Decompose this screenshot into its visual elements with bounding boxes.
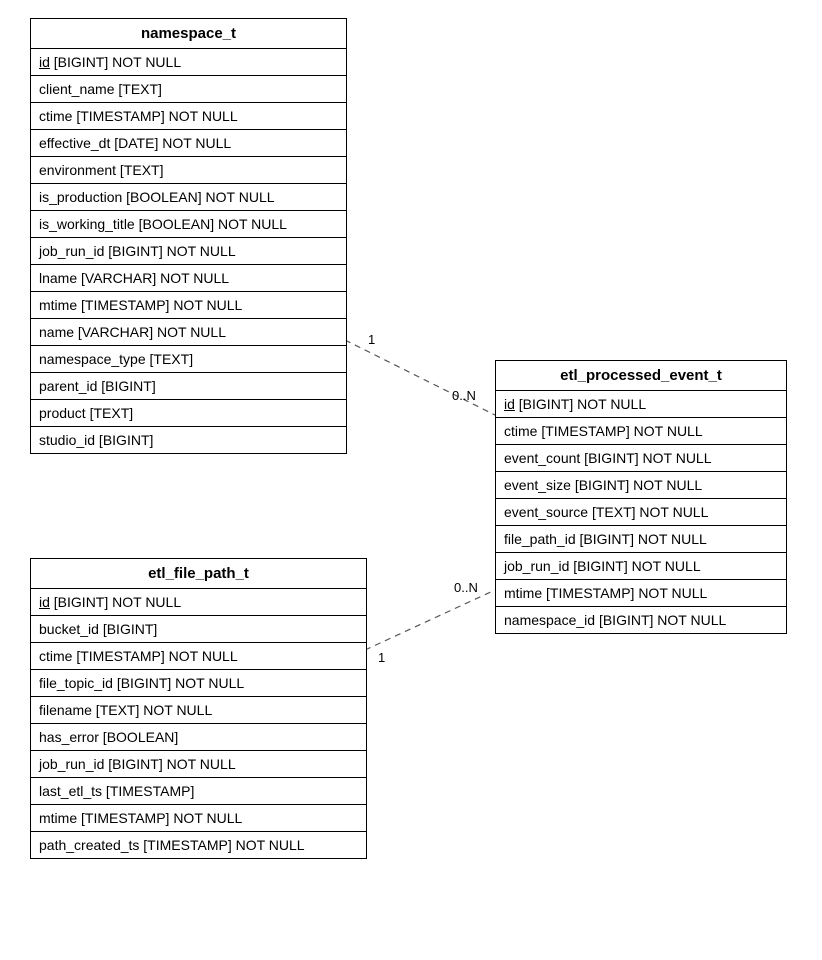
entity-body: id [BIGINT] NOT NULLclient_name [TEXT]ct… bbox=[31, 49, 346, 453]
entity-title: etl_file_path_t bbox=[31, 559, 366, 589]
column-row: bucket_id [BIGINT] bbox=[31, 616, 366, 643]
column-row: job_run_id [BIGINT] NOT NULL bbox=[496, 553, 786, 580]
column-row: ctime [TIMESTAMP] NOT NULL bbox=[31, 103, 346, 130]
column-row: is_production [BOOLEAN] NOT NULL bbox=[31, 184, 346, 211]
column-row: id [BIGINT] NOT NULL bbox=[31, 589, 366, 616]
column-row: namespace_type [TEXT] bbox=[31, 346, 346, 373]
column-row: client_name [TEXT] bbox=[31, 76, 346, 103]
entity-body: id [BIGINT] NOT NULLbucket_id [BIGINT]ct… bbox=[31, 589, 366, 858]
cardinality-label: 1 bbox=[368, 332, 375, 347]
column-row: file_topic_id [BIGINT] NOT NULL bbox=[31, 670, 366, 697]
column-row: event_size [BIGINT] NOT NULL bbox=[496, 472, 786, 499]
column-row: mtime [TIMESTAMP] NOT NULL bbox=[31, 292, 346, 319]
column-row: id [BIGINT] NOT NULL bbox=[496, 391, 786, 418]
column-row: name [VARCHAR] NOT NULL bbox=[31, 319, 346, 346]
column-row: studio_id [BIGINT] bbox=[31, 427, 346, 453]
column-row: event_source [TEXT] NOT NULL bbox=[496, 499, 786, 526]
column-row: has_error [BOOLEAN] bbox=[31, 724, 366, 751]
column-row: effective_dt [DATE] NOT NULL bbox=[31, 130, 346, 157]
column-row: namespace_id [BIGINT] NOT NULL bbox=[496, 607, 786, 633]
column-row: ctime [TIMESTAMP] NOT NULL bbox=[496, 418, 786, 445]
entity-namespace_t: namespace_t id [BIGINT] NOT NULLclient_n… bbox=[30, 18, 347, 454]
column-row: mtime [TIMESTAMP] NOT NULL bbox=[31, 805, 366, 832]
entity-title: etl_processed_event_t bbox=[496, 361, 786, 391]
column-row: job_run_id [BIGINT] NOT NULL bbox=[31, 238, 346, 265]
column-row: filename [TEXT] NOT NULL bbox=[31, 697, 366, 724]
entity-etl_file_path_t: etl_file_path_t id [BIGINT] NOT NULLbuck… bbox=[30, 558, 367, 859]
entity-etl_processed_event_t: etl_processed_event_t id [BIGINT] NOT NU… bbox=[495, 360, 787, 634]
column-row: is_working_title [BOOLEAN] NOT NULL bbox=[31, 211, 346, 238]
column-row: job_run_id [BIGINT] NOT NULL bbox=[31, 751, 366, 778]
column-row: file_path_id [BIGINT] NOT NULL bbox=[496, 526, 786, 553]
column-row: parent_id [BIGINT] bbox=[31, 373, 346, 400]
entity-title: namespace_t bbox=[31, 19, 346, 49]
column-row: last_etl_ts [TIMESTAMP] bbox=[31, 778, 366, 805]
column-row: path_created_ts [TIMESTAMP] NOT NULL bbox=[31, 832, 366, 858]
cardinality-label: 0..N bbox=[454, 580, 478, 595]
column-row: event_count [BIGINT] NOT NULL bbox=[496, 445, 786, 472]
column-row: mtime [TIMESTAMP] NOT NULL bbox=[496, 580, 786, 607]
cardinality-label: 1 bbox=[378, 650, 385, 665]
column-row: environment [TEXT] bbox=[31, 157, 346, 184]
column-row: lname [VARCHAR] NOT NULL bbox=[31, 265, 346, 292]
column-row: ctime [TIMESTAMP] NOT NULL bbox=[31, 643, 366, 670]
entity-body: id [BIGINT] NOT NULLctime [TIMESTAMP] NO… bbox=[496, 391, 786, 633]
column-row: product [TEXT] bbox=[31, 400, 346, 427]
column-row: id [BIGINT] NOT NULL bbox=[31, 49, 346, 76]
cardinality-label: 0..N bbox=[452, 388, 476, 403]
